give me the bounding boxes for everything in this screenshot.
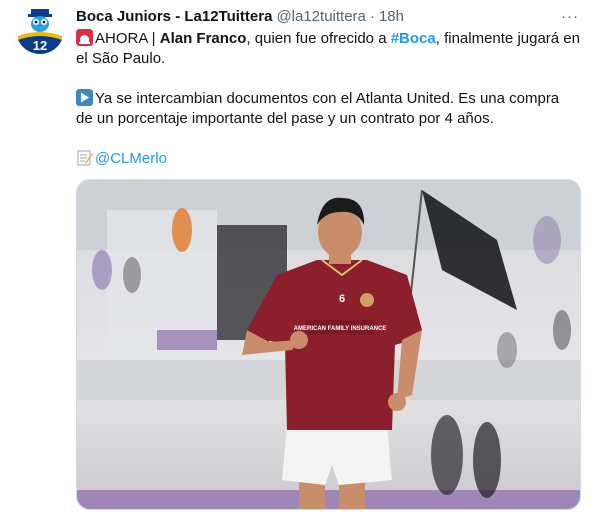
player-photo: AMERICAN FAMILY INSURANCE 6 bbox=[77, 180, 580, 509]
tweet[interactable]: 12 Boca Juniors - La12Tuittera @la12tuit… bbox=[0, 0, 598, 519]
separator-dot: · bbox=[369, 7, 375, 25]
tweet-header: Boca Juniors - La12Tuittera @la12tuitter… bbox=[76, 6, 586, 26]
text-line1-suffix: , finalmente jugará en bbox=[435, 30, 580, 47]
tweet-media-photo[interactable]: AMERICAN FAMILY INSURANCE 6 bbox=[76, 179, 581, 510]
text-line-1: AHORA | Alan Franco, quien fue ofrecido … bbox=[76, 29, 580, 49]
text-line-4: de un porcentaje importante del pase y u… bbox=[76, 110, 494, 127]
avatar-text: 12 bbox=[33, 38, 47, 53]
sponsor-text: AMERICAN FAMILY INSURANCE bbox=[294, 326, 387, 332]
rotating-light-emoji-icon bbox=[76, 29, 93, 46]
text-line-5: @CLMerlo bbox=[76, 149, 576, 169]
timestamp[interactable]: 18h bbox=[379, 8, 404, 25]
avatar[interactable]: 12 bbox=[16, 6, 64, 54]
la12-mascot-logo-icon: 12 bbox=[16, 6, 64, 54]
text-gap-2 bbox=[76, 129, 576, 149]
tweet-text: AHORA | Alan Franco, quien fue ofrecido … bbox=[76, 29, 580, 169]
text-ahora: AHORA | bbox=[95, 30, 160, 47]
play-button-emoji-icon bbox=[76, 89, 93, 106]
text-gap bbox=[76, 69, 576, 89]
jersey-number: 6 bbox=[339, 293, 345, 305]
handle[interactable]: @la12tuittera bbox=[276, 8, 365, 25]
memo-emoji-icon bbox=[77, 150, 93, 166]
text-line1-mid: , quien fue ofrecido a bbox=[246, 30, 391, 47]
text-line-2: el São Paulo. bbox=[76, 50, 166, 67]
mention-clmerlo[interactable]: @CLMerlo bbox=[95, 150, 167, 167]
display-name[interactable]: Boca Juniors - La12Tuittera bbox=[76, 8, 272, 25]
text-alan-franco: Alan Franco bbox=[159, 30, 247, 47]
hashtag-boca[interactable]: #Boca bbox=[391, 30, 436, 47]
text-line3-content: Ya se intercambian documentos con el Atl… bbox=[95, 90, 560, 107]
more-dots-icon[interactable]: ··· bbox=[560, 6, 580, 26]
text-line-3: Ya se intercambian documentos con el Atl… bbox=[76, 89, 576, 109]
